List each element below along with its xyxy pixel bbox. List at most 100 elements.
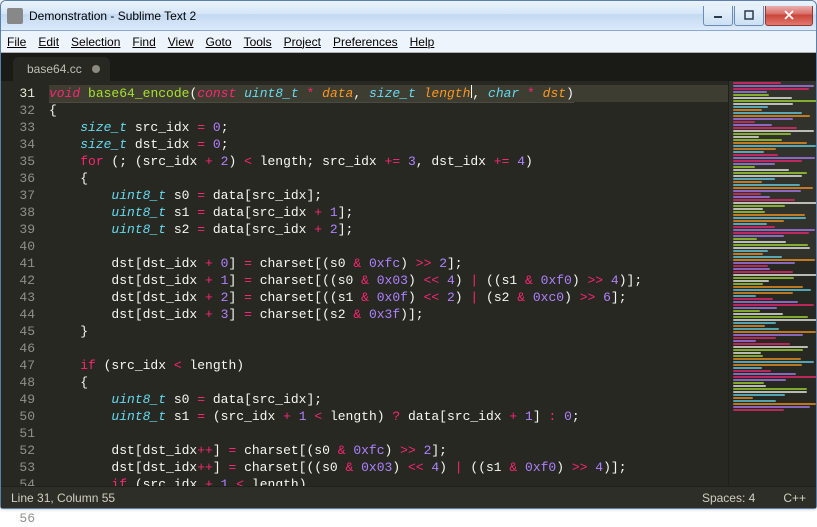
editor-area: base64.cc 313233343536373839404142434445… [1, 53, 816, 508]
line-number[interactable]: 52 [1, 442, 35, 459]
minimap-line [733, 298, 773, 300]
minimap-viewport[interactable] [729, 81, 816, 261]
code-line[interactable] [49, 238, 728, 255]
line-number[interactable]: 47 [1, 357, 35, 374]
code-editor[interactable]: void base64_encode(const uint8_t * data,… [43, 81, 728, 486]
minimap-line [733, 376, 816, 378]
line-number[interactable]: 41 [1, 255, 35, 272]
minimap-line [733, 241, 786, 243]
code-line[interactable] [49, 340, 728, 357]
minimap-line [733, 88, 809, 90]
minimap-line [733, 343, 790, 345]
code-line[interactable]: if (src_idx < length) [49, 357, 728, 374]
tabbar: base64.cc [1, 53, 816, 81]
code-line[interactable]: dst[dst_idx + 0] = charset[(s0 & 0xfc) >… [49, 255, 728, 272]
line-number[interactable]: 32 [1, 102, 35, 119]
minimap[interactable] [728, 81, 816, 486]
line-number[interactable]: 45 [1, 323, 35, 340]
menu-find[interactable]: Find [132, 35, 155, 49]
code-line[interactable]: dst[dst_idx++] = charset[(s0 & 0xfc) >> … [49, 442, 728, 459]
menu-file[interactable]: File [7, 35, 26, 49]
minimap-line [733, 400, 776, 402]
line-number[interactable]: 31 [1, 85, 35, 102]
minimap-line [733, 172, 807, 174]
minimap-line [733, 127, 797, 129]
line-number[interactable]: 44 [1, 306, 35, 323]
minimap-line [733, 235, 784, 237]
minimap-line [733, 265, 768, 267]
minimap-line [733, 292, 793, 294]
minimize-button[interactable] [703, 6, 733, 26]
line-number[interactable]: 48 [1, 374, 35, 391]
code-line[interactable]: uint8_t s1 = (src_idx + 1 < length) ? da… [49, 408, 728, 425]
minimap-line [733, 313, 783, 315]
menu-preferences[interactable]: Preferences [333, 35, 398, 49]
code-line[interactable]: { [49, 102, 728, 119]
code-line[interactable]: size_t src_idx = 0; [49, 119, 728, 136]
minimap-line [733, 391, 807, 393]
minimap-line [733, 304, 814, 306]
minimap-line [733, 352, 761, 354]
menu-help[interactable]: Help [410, 35, 435, 49]
menubar: File Edit Selection Find View Goto Tools… [1, 31, 816, 53]
code-line[interactable]: uint8_t s0 = data[src_idx]; [49, 187, 728, 204]
minimap-line [733, 175, 802, 177]
menu-selection[interactable]: Selection [71, 35, 120, 49]
line-number[interactable]: 42 [1, 272, 35, 289]
minimap-line [733, 82, 781, 84]
titlebar[interactable]: Demonstration - Sublime Text 2 [1, 1, 816, 31]
line-number[interactable]: 43 [1, 289, 35, 306]
line-number[interactable]: 35 [1, 153, 35, 170]
line-number[interactable]: 56 [1, 510, 35, 527]
minimap-line [733, 214, 805, 216]
code-line[interactable]: if (src_idx + 1 < length) [49, 476, 728, 486]
line-number[interactable]: 50 [1, 408, 35, 425]
minimap-line [733, 226, 775, 228]
line-number[interactable]: 38 [1, 204, 35, 221]
minimap-line [733, 121, 755, 123]
code-line[interactable]: size_t dst_idx = 0; [49, 136, 728, 153]
file-tab[interactable]: base64.cc [13, 57, 110, 81]
code-line[interactable]: { [49, 374, 728, 391]
line-number[interactable]: 33 [1, 119, 35, 136]
line-number[interactable]: 46 [1, 340, 35, 357]
code-line[interactable]: uint8_t s0 = data[src_idx]; [49, 391, 728, 408]
status-position[interactable]: Line 31, Column 55 [11, 491, 115, 505]
code-line[interactable]: uint8_t s1 = data[src_idx + 1]; [49, 204, 728, 221]
code-line[interactable]: for (; (src_idx + 2) < length; src_idx +… [49, 153, 728, 170]
line-number[interactable]: 53 [1, 459, 35, 476]
menu-view[interactable]: View [168, 35, 194, 49]
minimap-line [733, 250, 768, 252]
menu-tools[interactable]: Tools [244, 35, 272, 49]
line-number[interactable]: 39 [1, 221, 35, 238]
code-line[interactable]: dst[dst_idx + 2] = charset[((s1 & 0x0f) … [49, 289, 728, 306]
code-line[interactable]: dst[dst_idx + 1] = charset[((s0 & 0x03) … [49, 272, 728, 289]
line-number[interactable]: 40 [1, 238, 35, 255]
code-line[interactable]: dst[dst_idx++] = charset[((s0 & 0x03) <<… [49, 459, 728, 476]
menu-project[interactable]: Project [284, 35, 321, 49]
code-line[interactable]: uint8_t s2 = data[src_idx + 2]; [49, 221, 728, 238]
code-line[interactable]: dst[dst_idx + 3] = charset[(s2 & 0x3f)]; [49, 306, 728, 323]
minimap-line [733, 124, 772, 126]
status-spaces[interactable]: Spaces: 4 [702, 491, 755, 505]
line-number[interactable]: 36 [1, 170, 35, 187]
minimap-line [733, 247, 810, 249]
minimap-line [733, 286, 803, 288]
line-number[interactable]: 34 [1, 136, 35, 153]
code-line[interactable] [49, 425, 728, 442]
status-language[interactable]: C++ [783, 491, 806, 505]
menu-goto[interactable]: Goto [206, 35, 232, 49]
code-line[interactable]: { [49, 170, 728, 187]
line-number[interactable]: 49 [1, 391, 35, 408]
menu-edit[interactable]: Edit [38, 35, 59, 49]
line-number[interactable]: 51 [1, 425, 35, 442]
gutter[interactable]: 3132333435363738394041424344454647484950… [1, 81, 43, 486]
code-line[interactable]: } [49, 323, 728, 340]
minimap-line [733, 139, 782, 141]
minimap-line [733, 379, 786, 381]
maximize-button[interactable] [734, 6, 764, 26]
close-button[interactable] [765, 6, 813, 26]
code-line[interactable]: void base64_encode(const uint8_t * data,… [49, 85, 728, 102]
line-number[interactable]: 37 [1, 187, 35, 204]
minimap-line [733, 280, 769, 282]
